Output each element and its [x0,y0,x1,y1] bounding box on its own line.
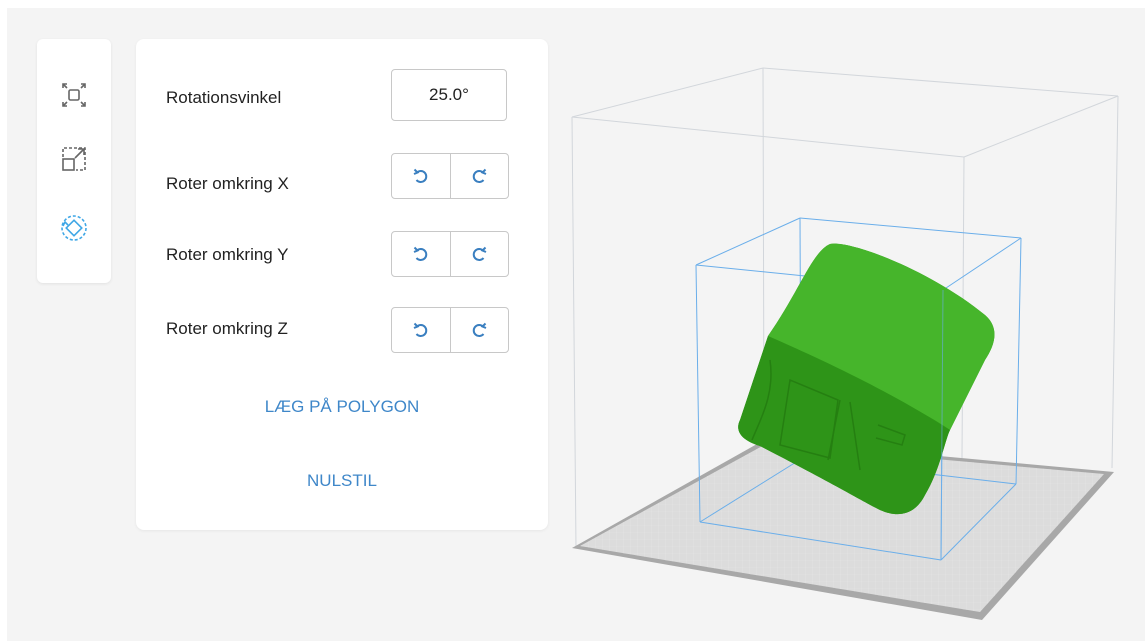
rotate-cw-icon [473,168,487,183]
rotate-y-ccw-button[interactable] [392,232,450,276]
rotate-icon [61,215,87,241]
rotate-z-ccw-button[interactable] [392,308,450,352]
rotate-y-cw-button[interactable] [449,232,509,276]
rotate-ccw-icon [413,168,427,183]
rotate-x-controls [391,153,509,199]
scale-tool[interactable] [54,139,94,179]
fit-view-icon [62,83,86,107]
rotate-tool[interactable] [54,208,94,248]
lay-flat-button[interactable]: LÆG PÅ POLYGON [136,397,548,417]
rotate-panel: Rotationsvinkel Roter omkring X Roter om… [136,39,548,530]
rotate-x-ccw-button[interactable] [392,154,450,198]
fit-view-tool[interactable] [54,75,94,115]
rotate-z-cw-button[interactable] [449,308,509,352]
reset-button[interactable]: NULSTIL [136,471,548,491]
rotate-ccw-icon [413,246,427,261]
scale-icon [62,147,86,171]
rotate-x-label: Roter omkring X [166,174,289,193]
rotate-ccw-icon [413,322,427,337]
rotate-y-label: Roter omkring Y [166,245,289,264]
rotate-y-controls [391,231,509,277]
rotate-z-controls [391,307,509,353]
angle-label: Rotationsvinkel [166,88,282,107]
rotate-z-label: Roter omkring Z [166,319,288,338]
angle-input[interactable] [391,69,507,121]
rotate-cw-icon [473,322,487,337]
rotate-cw-icon [473,246,487,261]
rotate-x-cw-button[interactable] [449,154,509,198]
transform-toolbar [37,39,111,283]
